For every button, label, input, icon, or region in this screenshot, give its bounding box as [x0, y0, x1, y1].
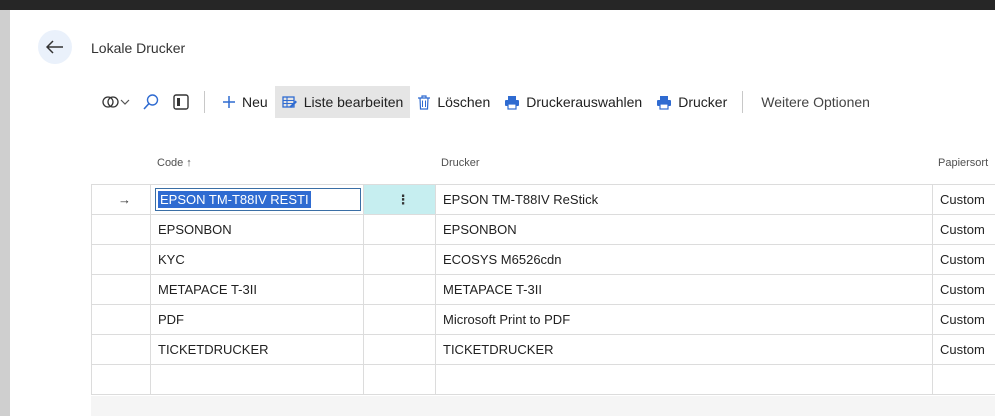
page-title: Lokale Drucker — [91, 40, 186, 56]
printer-icon — [505, 95, 520, 110]
back-button[interactable] — [38, 30, 72, 64]
search-icon — [143, 94, 159, 110]
toolbar-separator — [204, 91, 205, 113]
left-edge — [0, 10, 10, 416]
printer-cell-empty[interactable] — [435, 364, 933, 395]
table-row[interactable]: EPSONBON EPSONBON Custom — [91, 214, 995, 245]
row-menu-cell[interactable] — [363, 304, 436, 335]
row-menu-cell[interactable] — [363, 364, 436, 395]
paper-cell-empty[interactable] — [932, 364, 995, 395]
row-menu-cell[interactable] — [363, 214, 436, 245]
column-header-paper[interactable]: Papiersort — [938, 135, 988, 175]
select-printer-button[interactable]: Druckerauswahlen — [497, 86, 649, 118]
select-printer-label: Druckerauswahlen — [526, 94, 643, 110]
row-marker-empty — [91, 364, 151, 395]
printer-cell[interactable]: EPSONBON — [435, 214, 933, 245]
printer-cell[interactable]: Microsoft Print to PDF — [435, 304, 933, 335]
code-cell[interactable]: TICKETDRUCKER — [150, 334, 364, 365]
filter-icon — [102, 96, 130, 108]
top-bar — [0, 0, 995, 10]
paper-cell[interactable]: Custom — [932, 184, 995, 215]
edit-list-button[interactable]: Liste bearbeiten — [274, 86, 411, 118]
printer-cell[interactable]: EPSON TM-T88IV ReStick — [435, 184, 933, 215]
plus-icon — [223, 96, 235, 108]
paper-cell[interactable]: Custom — [932, 274, 995, 305]
code-cell[interactable]: METAPACE T-3II — [150, 274, 364, 305]
row-marker-empty — [91, 214, 151, 245]
printer-cell[interactable]: ECOSYS M6526cdn — [435, 244, 933, 275]
delete-label: Löschen — [437, 94, 491, 110]
row-menu-cell[interactable] — [363, 244, 436, 275]
printer-cell[interactable]: TICKETDRUCKER — [435, 334, 933, 365]
code-cell[interactable]: KYC — [150, 244, 364, 275]
table-row[interactable]: → EPSON TM-T88IV RESTI ⋮ EPSON TM-T88IV … — [91, 184, 995, 215]
table-row[interactable]: KYC ECOSYS M6526cdn Custom — [91, 244, 995, 275]
table-row[interactable]: METAPACE T-3II METAPACE T-3II Custom — [91, 274, 995, 305]
sort-ascending-icon: ↑ — [186, 157, 192, 169]
code-cell[interactable]: EPSON TM-T88IV RESTI — [150, 184, 364, 215]
row-marker: → — [91, 184, 151, 215]
printer-button[interactable]: Drucker — [649, 86, 734, 118]
search-button[interactable] — [136, 86, 166, 118]
row-marker-empty — [91, 334, 151, 365]
row-menu-cell[interactable] — [363, 334, 436, 365]
code-input[interactable]: EPSON TM-T88IV RESTI — [155, 188, 361, 211]
paper-cell[interactable]: Custom — [932, 304, 995, 335]
edit-list-label: Liste bearbeiten — [303, 94, 404, 110]
column-header-printer[interactable]: Drucker — [441, 135, 480, 175]
toolbar-separator — [742, 91, 744, 113]
table-row[interactable]: PDF Microsoft Print to PDF Custom — [91, 304, 995, 335]
table-row[interactable]: TICKETDRUCKER TICKETDRUCKER Custom — [91, 334, 995, 365]
code-cell[interactable]: PDF — [150, 304, 364, 335]
code-cell-empty[interactable] — [150, 364, 364, 395]
printer-icon — [657, 95, 672, 110]
delete-button[interactable]: Löschen — [410, 86, 497, 118]
grid-footer — [91, 396, 995, 416]
paper-cell[interactable]: Custom — [932, 244, 995, 275]
new-button-label: Neu — [242, 94, 268, 110]
printer-label: Drucker — [678, 94, 728, 110]
action-toolbar: Neu Liste bearbeiten Löschen Druckerausw… — [96, 86, 874, 118]
table-row-new[interactable] — [91, 364, 995, 395]
new-button[interactable]: Neu — [215, 86, 275, 118]
column-header-code-label: Code — [157, 157, 184, 169]
row-marker-empty — [91, 274, 151, 305]
column-header-code[interactable]: Code ↑ — [157, 135, 192, 175]
trash-icon — [418, 94, 431, 110]
printer-cell[interactable]: METAPACE T-3II — [435, 274, 933, 305]
row-marker-empty — [91, 244, 151, 275]
more-options-button[interactable]: Weitere Optionen — [753, 86, 874, 118]
back-arrow-icon — [46, 40, 63, 54]
layout-button[interactable] — [166, 86, 196, 118]
row-menu-cell[interactable] — [363, 274, 436, 305]
paper-cell[interactable]: Custom — [932, 214, 995, 245]
row-menu-button[interactable]: ⋮ — [363, 184, 436, 215]
layout-icon — [173, 94, 189, 110]
paper-cell[interactable]: Custom — [932, 334, 995, 365]
code-input-text: EPSON TM-T88IV RESTI — [158, 191, 311, 208]
printer-table: → EPSON TM-T88IV RESTI ⋮ EPSON TM-T88IV … — [91, 184, 995, 395]
edit-list-icon — [282, 96, 297, 108]
filter-menu-button[interactable] — [96, 86, 136, 118]
code-cell[interactable]: EPSONBON — [150, 214, 364, 245]
row-marker-empty — [91, 304, 151, 335]
